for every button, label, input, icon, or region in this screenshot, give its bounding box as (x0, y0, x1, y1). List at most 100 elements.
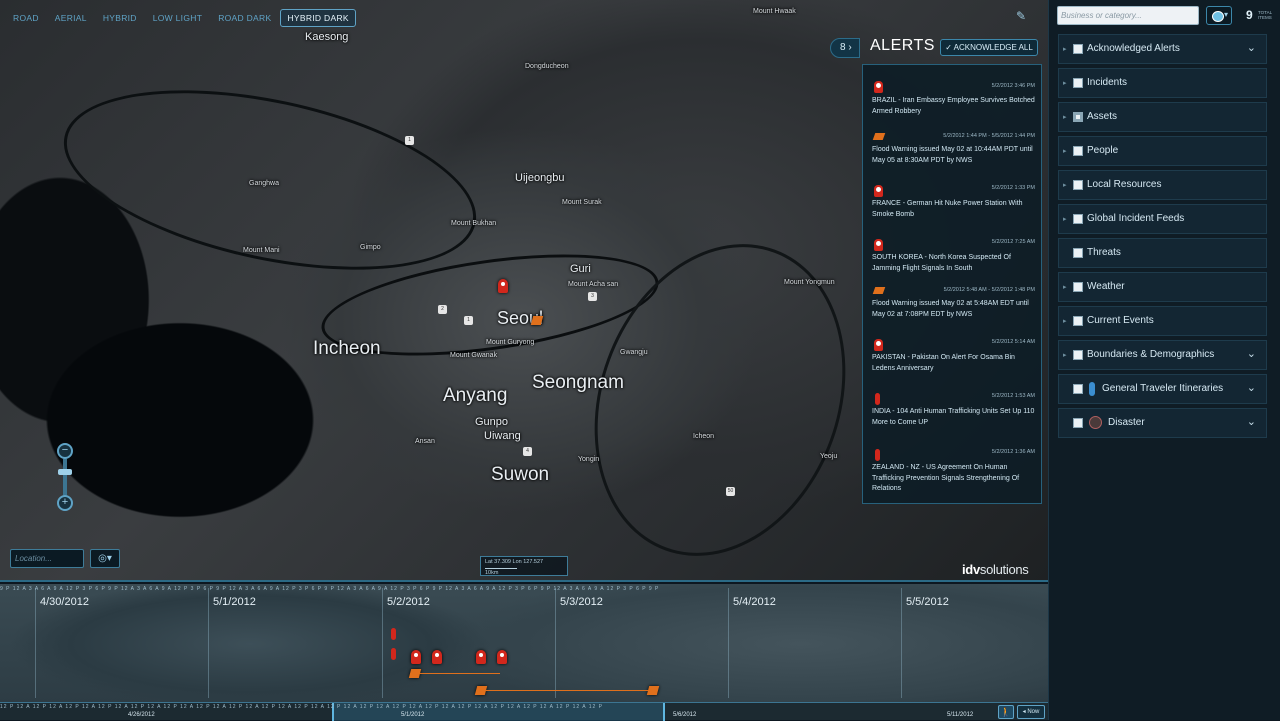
location-input[interactable]: Location... (10, 549, 84, 568)
layer-checkbox[interactable] (1073, 248, 1083, 258)
layer-checkbox[interactable] (1073, 350, 1083, 360)
acknowledge-all-button[interactable]: ✓ ACKNOWLEDGE ALL (940, 39, 1038, 56)
alerts-list[interactable]: 5/2/2012 3:46 PM BRAZIL - Iran Embassy E… (862, 64, 1042, 504)
walker-icon[interactable]: 🚶 (998, 705, 1014, 719)
search-input[interactable]: Business or category... (1057, 6, 1199, 25)
timeline-event-marker[interactable] (432, 650, 442, 664)
route-shield: 50 (726, 487, 735, 496)
chevron-down-icon[interactable]: ⌄ (1247, 347, 1256, 360)
expand-arrow-icon[interactable]: ▸ (1063, 79, 1067, 87)
layer-checkbox[interactable] (1073, 282, 1083, 292)
eye-icon[interactable] (1206, 6, 1232, 25)
layer-checkbox[interactable] (1073, 180, 1083, 190)
expand-arrow-icon[interactable]: ▸ (1063, 181, 1067, 189)
flood-icon (872, 287, 886, 294)
layer-label: Local Resources (1087, 179, 1162, 190)
expand-arrow-icon[interactable]: ▸ (1063, 113, 1067, 121)
total-items-label: TOTAL ITEMS (1258, 10, 1272, 20)
layer-checkbox[interactable] (1073, 316, 1083, 326)
tab-low-light[interactable]: LOW LIGHT (146, 9, 209, 27)
layer-people[interactable]: ▸ People (1058, 136, 1267, 166)
layer-label: Weather (1087, 281, 1125, 292)
layer-threats[interactable]: Threats (1058, 238, 1267, 268)
layer-weather[interactable]: ▸ Weather (1058, 272, 1267, 302)
timeline[interactable]: 9 P 12 A 3 A 6 A 9 A 12 P 3 P 6 P 9 P 12… (0, 584, 1048, 721)
alert-time: 5/2/2012 5:14 AM (991, 339, 1035, 345)
layer-checkbox[interactable] (1073, 214, 1083, 224)
scale-bar: 10km (485, 568, 517, 576)
layer-label: General Traveler Itineraries (1102, 383, 1224, 394)
layer-checkbox[interactable] (1073, 384, 1083, 394)
map-label: Yongin (578, 456, 600, 463)
expand-arrow-icon[interactable]: ▸ (1063, 283, 1067, 291)
timeline-event-marker[interactable] (391, 648, 396, 660)
locate-button[interactable]: ◎▾ (90, 549, 120, 568)
timeline-overview[interactable]: 12 P 12 A 12 P 12 A 12 P 12 A 12 P 12 A … (0, 702, 1048, 721)
layer-checkbox[interactable] (1073, 418, 1083, 428)
alerts-count-toggle[interactable]: 8 › (830, 38, 860, 58)
tab-road[interactable]: ROAD (6, 9, 46, 27)
wrench-icon[interactable]: ✎ (1016, 9, 1030, 23)
timeline-event-marker[interactable] (497, 650, 507, 664)
map-label: Suwon (491, 464, 550, 485)
incident-marker-icon (874, 339, 883, 351)
expand-arrow-icon[interactable]: ▸ (1063, 147, 1067, 155)
tab-aerial[interactable]: AERIAL (48, 9, 94, 27)
alert-time: 5/2/2012 1:53 AM (991, 393, 1035, 399)
layer-incidents[interactable]: ▸ Incidents (1058, 68, 1267, 98)
chevron-down-icon[interactable]: ⌄ (1247, 381, 1256, 394)
layer-global-incident-feeds[interactable]: ▸ Global Incident Feeds (1058, 204, 1267, 234)
layer-general-traveler-itineraries[interactable]: General Traveler Itineraries ⌄ (1058, 374, 1267, 404)
map-label: Mount Acha san (568, 281, 619, 288)
layer-disaster[interactable]: Disaster ⌄ (1058, 408, 1267, 438)
layer-checkbox[interactable] (1073, 78, 1083, 88)
tab-hybrid-dark[interactable]: HYBRID DARK (280, 9, 356, 27)
now-button[interactable]: ◂ Now (1017, 705, 1045, 719)
acknowledge-all-label: ACKNOWLEDGE ALL (953, 43, 1033, 52)
layer-checkbox[interactable] (1073, 44, 1083, 54)
chevron-down-icon[interactable]: ⌄ (1247, 415, 1256, 428)
map-label: Anyang (443, 385, 508, 406)
layer-acknowledged-alerts[interactable]: ▸ Acknowledged Alerts ⌄ (1058, 34, 1267, 64)
map-label: Mount Hwaak (753, 8, 796, 15)
zoom-out-button[interactable]: − (57, 443, 73, 459)
timeline-hour-ticks: 9 P 12 A 3 A 6 A 9 A 12 P 3 P 6 P 9 P 12… (0, 586, 660, 592)
chevron-down-icon[interactable]: ⌄ (1247, 41, 1256, 54)
incident-marker[interactable] (498, 279, 508, 293)
layer-assets[interactable]: ▸ Assets (1058, 102, 1267, 132)
alerts-panel: 8 › ALERTS ✓ ACKNOWLEDGE ALL 5/2/2012 3:… (830, 34, 1044, 506)
expand-arrow-icon[interactable]: ▸ (1063, 45, 1067, 53)
layer-label: People (1087, 145, 1119, 156)
timeline-event-marker[interactable] (411, 650, 421, 664)
alerts-header: 8 › ALERTS ✓ ACKNOWLEDGE ALL (830, 34, 1044, 60)
coordinate-text: Lat 37.309 Lon 127.527 (485, 559, 544, 565)
tab-hybrid[interactable]: HYBRID (96, 9, 144, 27)
layer-boundaries-demographics[interactable]: ▸ Boundaries & Demographics ⌄ (1058, 340, 1267, 370)
route-shield: 1 (405, 136, 414, 145)
timeline-event-marker[interactable] (476, 650, 486, 664)
layer-checkbox[interactable] (1073, 146, 1083, 156)
expand-arrow-icon[interactable]: ▸ (1063, 351, 1067, 359)
tab-road-dark[interactable]: ROAD DARK (211, 9, 278, 27)
incident-marker-icon (874, 239, 883, 251)
map-label: Uijeongbu (515, 172, 565, 184)
layer-current-events[interactable]: ▸ Current Events (1058, 306, 1267, 336)
expand-arrow-icon[interactable]: ▸ (1063, 215, 1067, 223)
alert-text: ZEALAND - NZ - US Agreement On Human Tra… (872, 464, 1020, 492)
route-shield: 2 (438, 305, 447, 314)
brand-light: solutions (979, 562, 1029, 577)
zoom-in-button[interactable]: + (57, 495, 73, 511)
alert-time: 5/2/2012 1:44 PM - 5/5/2012 1:44 PM (943, 133, 1035, 139)
layer-checkbox[interactable] (1073, 112, 1083, 122)
expand-arrow-icon[interactable]: ▸ (1063, 317, 1067, 325)
layer-label: Assets (1087, 111, 1118, 122)
day-divider (901, 588, 902, 698)
zoom-slider-track[interactable] (63, 459, 67, 495)
timeline-event-marker[interactable] (391, 628, 396, 640)
timeline-date: 5/5/2012 (906, 596, 949, 608)
timeline-date: 4/30/2012 (40, 596, 89, 608)
alert-text: PAKISTAN - Pakistan On Alert For Osama B… (872, 354, 1015, 372)
zoom-slider-thumb[interactable] (58, 469, 72, 475)
layer-local-resources[interactable]: ▸ Local Resources (1058, 170, 1267, 200)
overview-date: 5/1/2012 (401, 712, 425, 718)
